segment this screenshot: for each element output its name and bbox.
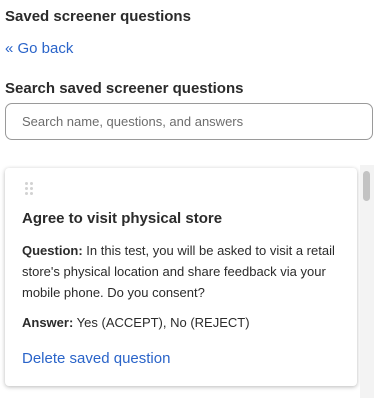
saved-question-text: Question: In this test, you will be aske…	[22, 240, 344, 303]
saved-questions-list: Agree to visit physical store Question: …	[0, 165, 379, 398]
saved-question-title: Agree to visit physical store	[22, 210, 223, 227]
delete-saved-question-link[interactable]: Delete saved question	[22, 350, 170, 367]
answer-label: Answer:	[22, 315, 74, 330]
page-title: Saved screener questions	[5, 8, 191, 25]
search-input[interactable]	[5, 103, 373, 140]
question-label: Question:	[22, 243, 83, 258]
saved-question-answer: Answer: Yes (ACCEPT), No (REJECT)	[22, 312, 344, 333]
saved-question-card: Agree to visit physical store Question: …	[5, 168, 357, 386]
drag-handle-icon[interactable]	[25, 182, 35, 198]
saved-screener-panel: Saved screener questions « Go back Searc…	[0, 0, 379, 398]
search-label: Search saved screener questions	[5, 80, 244, 97]
scrollbar-thumb[interactable]	[363, 171, 370, 201]
answer-body: Yes (ACCEPT), No (REJECT)	[73, 315, 250, 330]
go-back-link[interactable]: « Go back	[5, 40, 73, 57]
